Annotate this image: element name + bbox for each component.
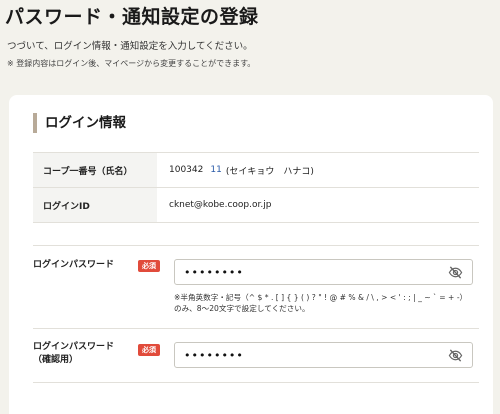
- member-number: 100342: [169, 165, 204, 175]
- page-title: パスワード・通知設定の登録: [5, 6, 259, 28]
- password-confirm-masked-value: ••••••••: [184, 349, 244, 362]
- password-field[interactable]: ••••••••: [174, 259, 473, 285]
- divider: [33, 245, 479, 246]
- password-confirm-label-line1: ログインパスワード: [33, 342, 115, 352]
- intro-text: つづいて、ログイン情報・通知設定を入力してください。: [7, 41, 253, 52]
- login-info-table: コープ一番号（氏名） 100342 11 (セイキョウ ハナコ) ログインID …: [33, 152, 479, 223]
- required-badge: 必須: [138, 260, 160, 272]
- member-number-label: コープ一番号（氏名）: [33, 153, 157, 187]
- password-confirm-label-line2: （確認用）: [33, 355, 79, 365]
- table-row-login-id: ログインID cknet@kobe.coop.or.jp: [33, 188, 479, 223]
- login-id-value: cknet@kobe.coop.or.jp: [169, 200, 272, 210]
- login-id-label: ログインID: [33, 188, 157, 222]
- password-hint: ※半角英数字・記号（^ $ * . [ ] { } ( ) ? " ! @ # …: [174, 293, 468, 313]
- password-label: ログインパスワード: [33, 260, 115, 270]
- edit-note: ※ 登録内容はログイン後、マイページから変更することができます。: [7, 59, 256, 68]
- table-row-member: コープ一番号（氏名） 100342 11 (セイキョウ ハナコ): [33, 153, 479, 188]
- member-name: (セイキョウ ハナコ): [225, 166, 314, 177]
- section-heading-login-info: ログイン情報: [33, 113, 126, 133]
- eye-slash-icon[interactable]: [448, 265, 463, 280]
- divider: [33, 328, 479, 329]
- required-badge: 必須: [138, 344, 160, 356]
- member-branch-number: 11: [210, 165, 222, 175]
- password-confirm-field[interactable]: ••••••••: [174, 342, 473, 368]
- eye-slash-icon[interactable]: [448, 348, 463, 363]
- password-confirm-label: ログインパスワード （確認用）: [33, 341, 114, 367]
- login-info-card: ログイン情報 コープ一番号（氏名） 100342 11 (セイキョウ ハナコ) …: [9, 95, 493, 414]
- password-masked-value: ••••••••: [184, 266, 244, 279]
- member-number-value: 100342 11 (セイキョウ ハナコ): [157, 153, 479, 187]
- divider: [33, 382, 479, 383]
